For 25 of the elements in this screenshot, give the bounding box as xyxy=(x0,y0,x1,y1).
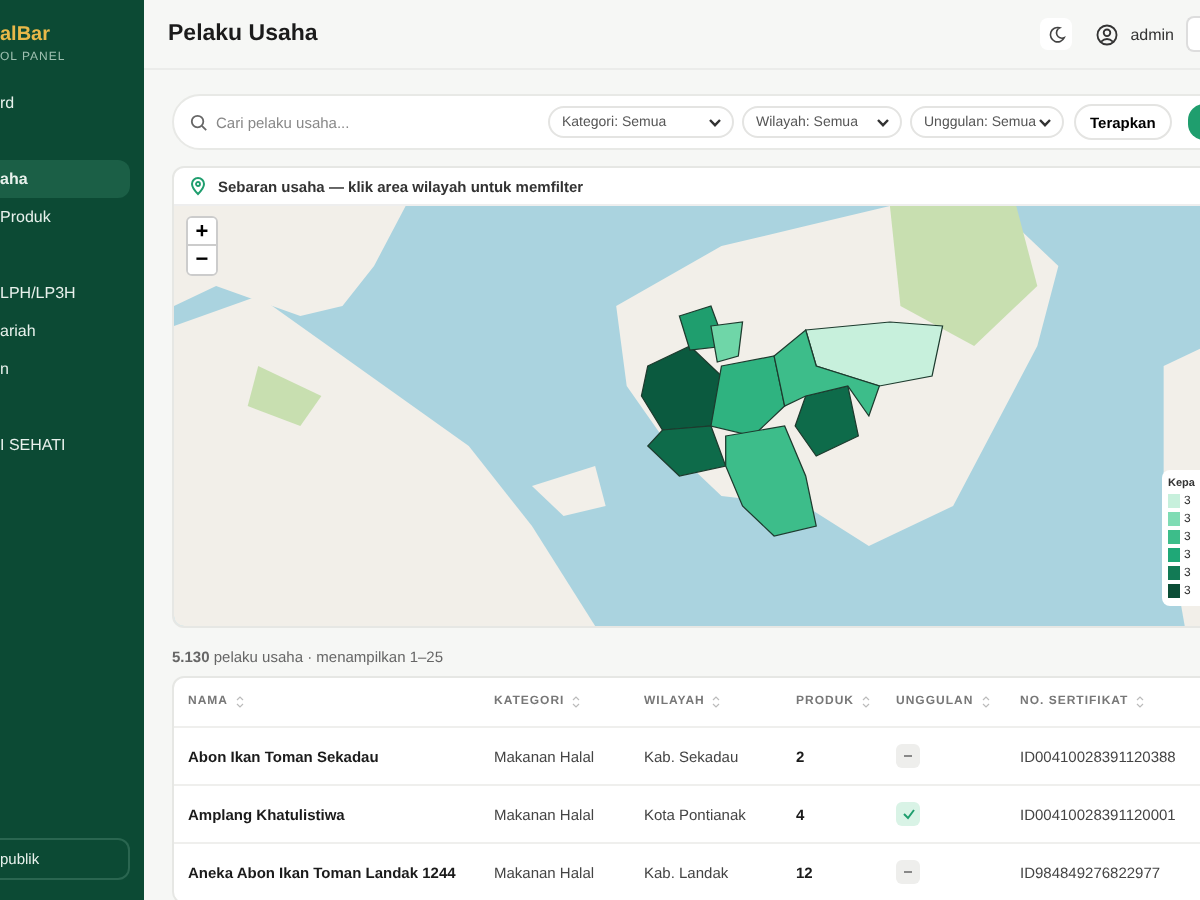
moon-icon xyxy=(1047,25,1066,43)
page-title: Pelaku Usaha xyxy=(168,22,318,46)
user-name[interactable]: admin xyxy=(1130,25,1174,43)
user-icon xyxy=(1096,23,1119,45)
sort-icon xyxy=(712,696,721,708)
nav-item[interactable]: rd xyxy=(0,84,130,122)
search-icon xyxy=(190,113,208,131)
nav-item[interactable]: LPH/LP3H xyxy=(0,274,130,312)
nav-item[interactable]: n xyxy=(0,350,130,388)
sort-icon xyxy=(236,696,244,708)
sort-icon xyxy=(572,696,581,708)
nav-item[interactable]: aha xyxy=(0,160,130,198)
chevron-down-icon xyxy=(1038,117,1052,127)
sort-icon xyxy=(862,696,871,708)
theme-toggle-button[interactable] xyxy=(1040,18,1073,50)
sort-icon xyxy=(981,696,990,708)
brand-name: alBar xyxy=(0,24,53,46)
nav-item[interactable]: I SEHATI xyxy=(0,426,130,464)
map-pin-icon xyxy=(188,176,208,196)
chevron-down-icon xyxy=(876,117,890,127)
chevron-down-icon xyxy=(708,117,722,127)
nav-item[interactable]: Produk xyxy=(0,198,130,236)
sort-icon xyxy=(1136,696,1145,708)
zoom-in-button[interactable]: + xyxy=(188,218,216,246)
nav-item[interactable]: ariah xyxy=(0,312,130,350)
